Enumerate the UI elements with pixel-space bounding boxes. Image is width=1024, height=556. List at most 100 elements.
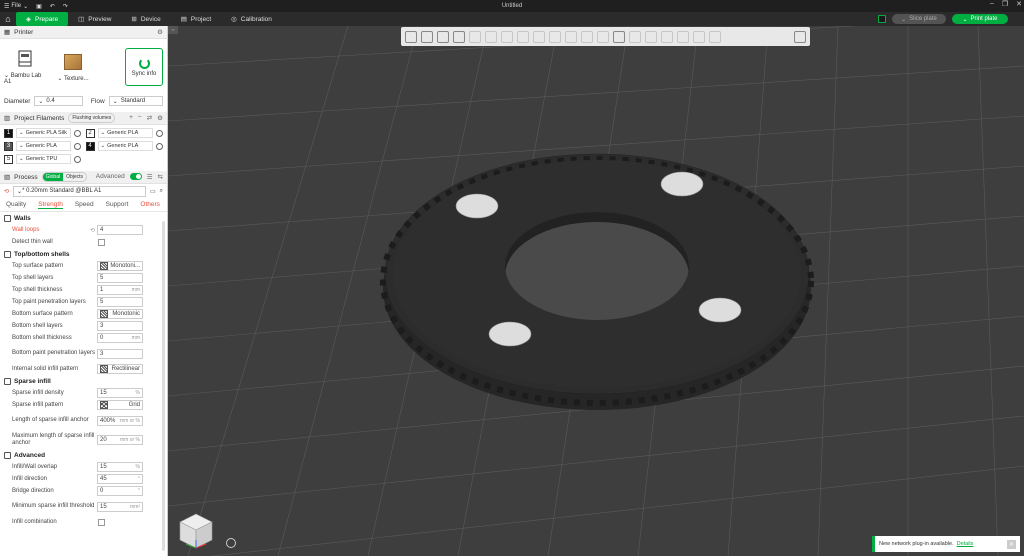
tab-speed[interactable]: Speed: [75, 201, 94, 208]
collapse-sidebar-icon[interactable]: ⇔: [168, 26, 178, 34]
sparse-pattern-select[interactable]: Grid: [97, 400, 143, 410]
internal-solid-infill-select[interactable]: Rectilinear: [97, 364, 143, 374]
top-shell-layers-input[interactable]: 5: [97, 273, 143, 283]
details-link[interactable]: Details: [957, 541, 974, 547]
filament-slot-4[interactable]: 4 ⌄ Generic PLA: [85, 141, 164, 151]
plate-type-selector[interactable]: ⌄ Texture...: [52, 47, 94, 87]
top-surface-pattern-select[interactable]: Monotoni...: [97, 261, 143, 271]
tab-preview[interactable]: ◫ Preview: [68, 12, 121, 26]
sync-filament-icon[interactable]: ⇄: [147, 114, 152, 122]
walls-icon: [4, 214, 11, 222]
edit-icon[interactable]: [74, 155, 81, 163]
plate-layout-icon[interactable]: [878, 15, 886, 23]
filament-slot-5[interactable]: 5 ⌄ Generic TPU: [4, 154, 82, 164]
assembly-icon[interactable]: [645, 30, 657, 43]
add-icon[interactable]: +: [129, 114, 133, 122]
tab-support[interactable]: Support: [106, 201, 129, 208]
edit-icon[interactable]: [74, 129, 81, 137]
settings-icon[interactable]: ⚙: [157, 114, 163, 122]
top-paint-penetration-input[interactable]: 5: [97, 297, 143, 307]
flushing-volumes-button[interactable]: Flushing volumes: [68, 113, 116, 123]
undo-icon[interactable]: ↶: [46, 3, 59, 10]
nozzle-diameter-select[interactable]: ⌄ 0.4: [34, 96, 83, 106]
top-shell-thickness-input[interactable]: 1 mm: [97, 285, 143, 295]
rotate-icon[interactable]: [501, 30, 513, 43]
reset-icon[interactable]: ⟲: [90, 227, 95, 234]
detect-thin-wall-checkbox[interactable]: [98, 238, 105, 246]
edit-icon[interactable]: [155, 142, 163, 150]
bottom-shell-thickness-input[interactable]: 0 mm: [97, 333, 143, 343]
scale-icon[interactable]: [517, 30, 529, 43]
lay-on-face-icon[interactable]: [533, 30, 545, 43]
variable-height-icon[interactable]: [677, 30, 689, 43]
mesh-boolean-icon[interactable]: [565, 30, 577, 43]
cut-icon[interactable]: [549, 30, 561, 43]
gear-model[interactable]: [168, 26, 1024, 556]
compare-icon[interactable]: ⇆: [158, 173, 163, 181]
file-menu[interactable]: ☰ File ⌄: [0, 3, 32, 10]
move-icon[interactable]: [485, 30, 497, 43]
filament-slot-3[interactable]: 3 ⌄ Generic PLA: [4, 141, 82, 151]
infill-wall-overlap-input[interactable]: 15%: [97, 462, 143, 472]
infill-combination-checkbox[interactable]: [98, 518, 105, 526]
settings-icon[interactable]: ⚙: [157, 28, 163, 36]
navigation-cube[interactable]: [176, 510, 216, 550]
max-anchor-length-input[interactable]: 20 mm or %: [97, 434, 143, 445]
zoom-fit-icon[interactable]: [226, 538, 236, 548]
print-plate-button[interactable]: ⌄ Print plate: [952, 14, 1008, 24]
add-object-icon[interactable]: [405, 30, 417, 43]
search-icon[interactable]: ⌕: [160, 188, 163, 195]
emboss-icon[interactable]: [709, 30, 721, 43]
bottom-surface-pattern-select[interactable]: Monotonic: [97, 309, 143, 319]
close-icon[interactable]: ✕: [1007, 539, 1016, 549]
wall-loops-input[interactable]: 4: [97, 225, 143, 235]
brim-ears-icon[interactable]: [693, 30, 705, 43]
maximize-icon[interactable]: ❐: [1002, 0, 1008, 8]
sidebar-scrollbar[interactable]: [162, 221, 165, 551]
global-objects-switch[interactable]: Global Objects: [41, 172, 88, 182]
view-settings-icon[interactable]: [794, 30, 806, 43]
slice-plate-button[interactable]: ⌄ Slice plate: [892, 14, 946, 24]
tab-strength[interactable]: Strength: [38, 201, 63, 209]
tab-project[interactable]: ▤ Project: [171, 12, 221, 26]
split-icon[interactable]: [469, 30, 481, 43]
process-preset-select[interactable]: ⌄ * 0.20mm Standard @BBL A1: [13, 185, 146, 197]
min-sparse-threshold-input[interactable]: 15 mm²: [97, 501, 143, 512]
printer-selector[interactable]: ⌄ Bambu Lab A1: [4, 47, 46, 87]
auto-orient-icon[interactable]: [437, 30, 449, 43]
bottom-paint-penetration-input[interactable]: 3: [97, 348, 143, 359]
bottom-shell-layers-input[interactable]: 3: [97, 321, 143, 331]
tab-calibration[interactable]: ◎ Calibration: [221, 12, 282, 26]
advanced-toggle[interactable]: [129, 173, 142, 180]
minimize-icon[interactable]: –: [990, 0, 994, 8]
3d-viewport[interactable]: ⇔ New network plug-in available. Details…: [168, 26, 1024, 556]
tab-prepare[interactable]: ◈ Prepare: [16, 12, 69, 26]
sparse-density-input[interactable]: 15%: [97, 388, 143, 398]
color-paint-icon[interactable]: [661, 30, 673, 43]
anchor-length-input[interactable]: 400% mm or %: [97, 415, 143, 426]
filament-slot-1[interactable]: 1 ⌄ Generic PLA Silk: [4, 128, 82, 138]
home-icon[interactable]: ⌂: [0, 12, 16, 26]
support-paint-icon[interactable]: [581, 30, 593, 43]
infill-direction-input[interactable]: 45 °: [97, 474, 143, 484]
save-preset-icon[interactable]: ▭: [150, 188, 156, 195]
measure-icon[interactable]: [629, 30, 641, 43]
save-icon[interactable]: ▣: [32, 3, 46, 10]
close-icon[interactable]: ✕: [1016, 0, 1022, 8]
flow-select[interactable]: ⌄ Standard: [108, 96, 163, 106]
sync-info-button[interactable]: Sync info: [125, 48, 163, 86]
filament-slot-2[interactable]: 2 ⌄ Generic PLA: [85, 128, 164, 138]
remove-icon[interactable]: −: [138, 114, 142, 122]
edit-icon[interactable]: [155, 129, 163, 137]
tab-device[interactable]: ⊞ Device: [121, 12, 170, 26]
tab-quality[interactable]: Quality: [6, 201, 26, 208]
tab-others[interactable]: Others: [140, 201, 160, 208]
redo-icon[interactable]: ↷: [59, 3, 72, 10]
list-icon[interactable]: ☰: [147, 173, 153, 181]
add-plate-icon[interactable]: [421, 30, 433, 43]
edit-icon[interactable]: [74, 142, 81, 150]
bridge-direction-input[interactable]: 0 °: [97, 486, 143, 496]
arrange-icon[interactable]: [453, 30, 465, 43]
text-icon[interactable]: [613, 30, 625, 43]
seam-paint-icon[interactable]: [597, 30, 609, 43]
